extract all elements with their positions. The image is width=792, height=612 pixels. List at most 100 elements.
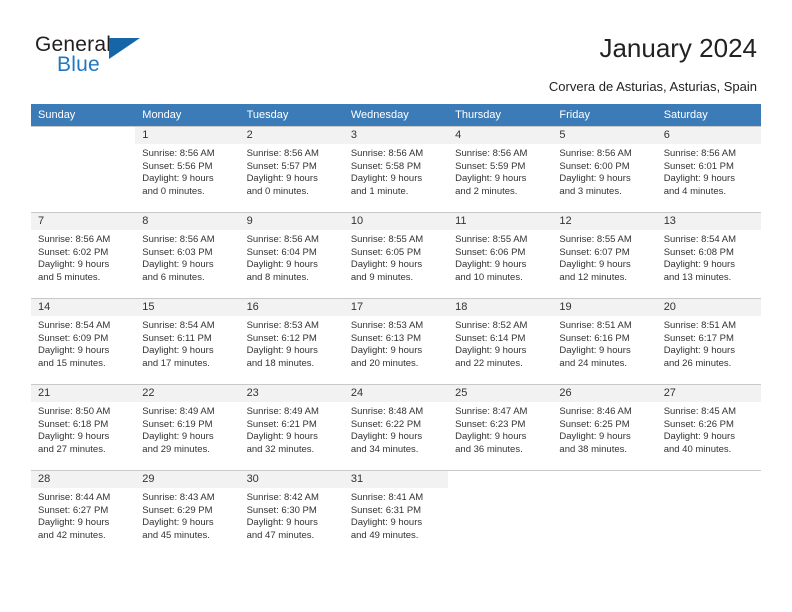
day-detail-daylight2: and 29 minutes. — [142, 443, 210, 455]
day-detail-daylight2: and 49 minutes. — [350, 529, 419, 541]
weekday-header-wednesday: Wednesday — [343, 104, 449, 127]
day-detail-sunset: Sunset: 6:22 PM — [350, 418, 422, 430]
day-detail-daylight1: Daylight: 9 hours — [246, 173, 318, 185]
calendar-day-cell[interactable]: 20 Sunrise: 8:51 AM Sunset: 6:17 PM Dayligh… — [656, 298, 761, 385]
calendar-day-cell[interactable]: 22 Sunrise: 8:49 AM Sunset: 6:19 PM Dayligh… — [135, 384, 240, 471]
day-detail-daylight1: Daylight: 9 hours — [559, 345, 631, 357]
day-detail-sunrise: Sunrise: 8:45 AM — [663, 406, 737, 417]
day-details: Sunrise: 8:44 AM Sunset: 6:27 PM Daylight:… — [31, 488, 135, 542]
day-detail-sunrise: Sunrise: 8:46 AM — [559, 406, 632, 417]
calendar-day-cell[interactable]: 6 Sunrise: 8:56 AM Sunset: 6:01 PM Daylight… — [656, 126, 761, 213]
day-cell-inner: 19 Sunrise: 8:51 AM Sunset: 6:16 PM Dayligh… — [552, 299, 657, 384]
day-detail-sunset: Sunset: 6:04 PM — [246, 246, 317, 258]
calendar-day-cell[interactable]: 16 Sunrise: 8:53 AM Sunset: 6:12 PM Dayligh… — [239, 298, 344, 385]
day-detail-sunrise: Sunrise: 8:54 AM — [663, 234, 737, 245]
day-detail-daylight1: Daylight: 9 hours — [142, 431, 214, 443]
day-cell-inner — [448, 471, 552, 556]
day-detail-daylight2: and 17 minutes. — [142, 357, 210, 369]
day-detail-sunrise: Sunrise: 8:41 AM — [350, 492, 424, 503]
day-cell-inner: 27 Sunrise: 8:45 AM Sunset: 6:26 PM Dayligh… — [656, 385, 761, 470]
calendar-week-row: 7 Sunrise: 8:56 AM Sunset: 6:02 PM Daylight… — [31, 212, 761, 299]
calendar-day-cell[interactable]: 12 Sunrise: 8:55 AM Sunset: 6:07 PM Dayligh… — [552, 212, 657, 299]
calendar-day-cell[interactable]: 13 Sunrise: 8:54 AM Sunset: 6:08 PM Dayligh… — [656, 212, 761, 299]
calendar-day-cell[interactable]: 27 Sunrise: 8:45 AM Sunset: 6:26 PM Dayligh… — [656, 384, 761, 471]
calendar-day-cell — [656, 470, 761, 556]
day-detail-sunset: Sunset: 6:14 PM — [455, 332, 526, 344]
day-cell-inner: 2 Sunrise: 8:56 AM Sunset: 5:57 PM Daylight… — [239, 127, 344, 212]
day-detail-daylight2: and 0 minutes. — [142, 185, 205, 197]
weekday-header-friday: Friday — [552, 104, 657, 127]
calendar-header-row: Sunday Monday Tuesday Wednesday Thursday… — [31, 104, 761, 127]
calendar-day-cell[interactable]: 26 Sunrise: 8:46 AM Sunset: 6:25 PM Dayligh… — [552, 384, 657, 471]
calendar-day-cell[interactable]: 14 Sunrise: 8:54 AM Sunset: 6:09 PM Dayligh… — [31, 298, 136, 385]
day-detail-daylight1: Daylight: 9 hours — [38, 517, 110, 529]
day-detail-sunset: Sunset: 6:17 PM — [663, 332, 734, 344]
day-details: Sunrise: 8:56 AM Sunset: 6:03 PM Daylight:… — [135, 230, 239, 284]
day-detail-sunset: Sunset: 6:07 PM — [559, 246, 630, 258]
calendar-day-cell[interactable]: 19 Sunrise: 8:51 AM Sunset: 6:16 PM Dayligh… — [552, 298, 657, 385]
calendar-day-cell[interactable]: 10 Sunrise: 8:55 AM Sunset: 6:05 PM Dayligh… — [343, 212, 449, 299]
day-detail-daylight1: Daylight: 9 hours — [246, 517, 318, 529]
day-cell-inner: 12 Sunrise: 8:55 AM Sunset: 6:07 PM Dayligh… — [552, 213, 657, 298]
day-detail-sunrise: Sunrise: 8:47 AM — [455, 406, 528, 417]
day-details: Sunrise: 8:49 AM Sunset: 6:21 PM Daylight:… — [240, 402, 344, 456]
calendar-day-cell[interactable]: 17 Sunrise: 8:53 AM Sunset: 6:13 PM Dayligh… — [343, 298, 449, 385]
day-detail-sunrise: Sunrise: 8:56 AM — [246, 234, 319, 245]
calendar-day-cell[interactable]: 5 Sunrise: 8:56 AM Sunset: 6:00 PM Daylight… — [552, 126, 657, 213]
day-number: 29 — [135, 471, 240, 488]
day-detail-sunset: Sunset: 6:25 PM — [559, 418, 630, 430]
day-detail-daylight2: and 36 minutes. — [455, 443, 523, 455]
day-detail-daylight2: and 45 minutes. — [142, 529, 210, 541]
calendar-day-cell[interactable]: 24 Sunrise: 8:48 AM Sunset: 6:22 PM Dayligh… — [343, 384, 449, 471]
weekday-header-thursday: Thursday — [448, 104, 553, 127]
calendar-day-cell[interactable]: 28 Sunrise: 8:44 AM Sunset: 6:27 PM Dayligh… — [31, 470, 136, 556]
day-detail-sunrise: Sunrise: 8:56 AM — [350, 148, 424, 159]
calendar-day-cell[interactable]: 8 Sunrise: 8:56 AM Sunset: 6:03 PM Daylight… — [135, 212, 240, 299]
calendar-day-cell[interactable]: 7 Sunrise: 8:56 AM Sunset: 6:02 PM Daylight… — [31, 212, 136, 299]
day-detail-daylight1: Daylight: 9 hours — [142, 345, 214, 357]
calendar-day-cell[interactable]: 21 Sunrise: 8:50 AM Sunset: 6:18 PM Dayligh… — [31, 384, 136, 471]
day-detail-daylight2: and 42 minutes. — [38, 529, 106, 541]
day-detail-sunrise: Sunrise: 8:56 AM — [663, 148, 737, 159]
day-number: 5 — [552, 127, 657, 144]
calendar-day-cell[interactable]: 18 Sunrise: 8:52 AM Sunset: 6:14 PM Dayligh… — [448, 298, 553, 385]
day-detail-sunrise: Sunrise: 8:43 AM — [142, 492, 215, 503]
day-cell-inner: 11 Sunrise: 8:55 AM Sunset: 6:06 PM Dayligh… — [448, 213, 553, 298]
day-detail-daylight1: Daylight: 9 hours — [38, 431, 110, 443]
day-number: 14 — [31, 299, 136, 316]
calendar-day-cell[interactable]: 31 Sunrise: 8:41 AM Sunset: 6:31 PM Dayligh… — [343, 470, 449, 556]
day-detail-daylight2: and 6 minutes. — [142, 271, 205, 283]
page-title: January 2024 — [599, 33, 757, 63]
calendar-week-row: 14 Sunrise: 8:54 AM Sunset: 6:09 PM Dayligh… — [31, 298, 761, 385]
calendar-day-cell[interactable]: 9 Sunrise: 8:56 AM Sunset: 6:04 PM Daylight… — [239, 212, 344, 299]
calendar-day-cell[interactable]: 1 Sunrise: 8:56 AM Sunset: 5:56 PM Daylight… — [135, 126, 240, 213]
day-detail-sunrise: Sunrise: 8:51 AM — [663, 320, 737, 331]
day-detail-sunset: Sunset: 5:58 PM — [350, 160, 422, 172]
day-detail-sunrise: Sunrise: 8:54 AM — [142, 320, 215, 331]
day-number: 22 — [135, 385, 240, 402]
calendar-day-cell[interactable]: 15 Sunrise: 8:54 AM Sunset: 6:11 PM Dayligh… — [135, 298, 240, 385]
day-details: Sunrise: 8:55 AM Sunset: 6:05 PM Daylight:… — [344, 230, 448, 284]
day-detail-daylight2: and 3 minutes. — [559, 185, 622, 197]
day-cell-inner: 22 Sunrise: 8:49 AM Sunset: 6:19 PM Dayligh… — [135, 385, 240, 470]
day-number: 2 — [239, 127, 344, 144]
calendar-day-cell[interactable]: 23 Sunrise: 8:49 AM Sunset: 6:21 PM Dayligh… — [239, 384, 344, 471]
calendar-day-cell[interactable]: 30 Sunrise: 8:42 AM Sunset: 6:30 PM Dayligh… — [239, 470, 344, 556]
calendar-day-cell[interactable]: 29 Sunrise: 8:43 AM Sunset: 6:29 PM Dayligh… — [135, 470, 240, 556]
day-cell-inner: 15 Sunrise: 8:54 AM Sunset: 6:11 PM Dayligh… — [135, 299, 240, 384]
calendar-day-cell[interactable]: 4 Sunrise: 8:56 AM Sunset: 5:59 PM Daylight… — [448, 126, 553, 213]
calendar-day-cell[interactable]: 11 Sunrise: 8:55 AM Sunset: 6:06 PM Dayligh… — [448, 212, 553, 299]
day-number — [552, 471, 656, 488]
page-subtitle: Corvera de Asturias, Asturias, Spain — [548, 79, 757, 94]
day-detail-daylight2: and 18 minutes. — [246, 357, 315, 369]
day-detail-sunrise: Sunrise: 8:56 AM — [142, 234, 215, 245]
day-detail-sunset: Sunset: 5:57 PM — [246, 160, 317, 172]
calendar-day-cell[interactable]: 25 Sunrise: 8:47 AM Sunset: 6:23 PM Dayligh… — [448, 384, 553, 471]
day-cell-inner: 28 Sunrise: 8:44 AM Sunset: 6:27 PM Dayligh… — [31, 471, 136, 556]
day-detail-sunrise: Sunrise: 8:56 AM — [455, 148, 528, 159]
calendar-day-cell[interactable]: 2 Sunrise: 8:56 AM Sunset: 5:57 PM Daylight… — [239, 126, 344, 213]
day-detail-sunrise: Sunrise: 8:50 AM — [38, 406, 111, 417]
calendar-day-cell[interactable]: 3 Sunrise: 8:56 AM Sunset: 5:58 PM Daylight… — [343, 126, 449, 213]
calendar-page: General Blue January 2024 Corvera de Ast… — [0, 0, 792, 612]
day-details: Sunrise: 8:47 AM Sunset: 6:23 PM Daylight:… — [448, 402, 552, 456]
